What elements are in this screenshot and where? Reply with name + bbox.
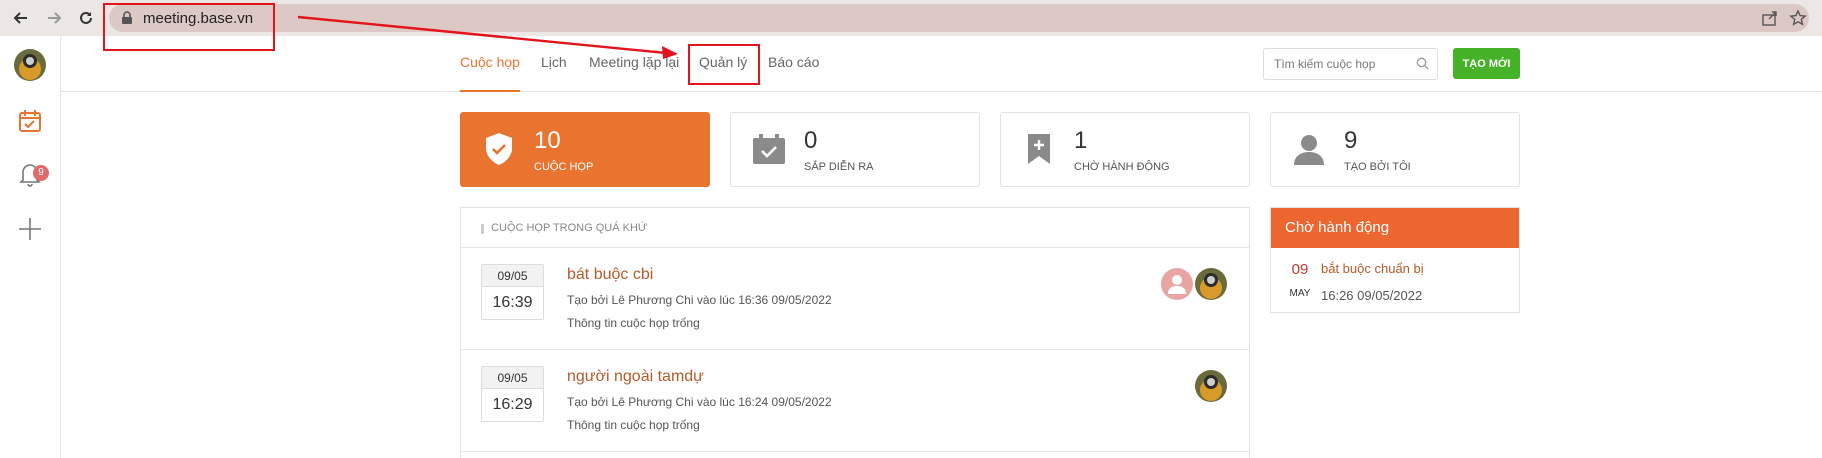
stat-label: CUỘC HỌP (534, 161, 594, 173)
pending-day: 09 (1291, 261, 1309, 278)
section-marker (481, 224, 484, 234)
stat-label: TẠO BỞI TÔI (1344, 161, 1411, 173)
pending-item-time: 16:26 09/05/2022 (1321, 288, 1423, 303)
stat-card-created-by-me[interactable]: 9 TẠO BỞI TÔI (1270, 112, 1520, 187)
panel-header: CUỘC HỌP TRONG QUÁ KHỨ (461, 208, 1249, 248)
forward-arrow-icon[interactable] (42, 6, 66, 30)
meeting-row[interactable]: 09/05 16:29 người ngoài tamdự Tạo bởi Lê… (461, 350, 1249, 452)
pending-item-title[interactable]: bắt buộc chuẩn bị (1321, 261, 1424, 276)
tab-lich[interactable]: Lịch (541, 54, 567, 92)
shield-check-icon (481, 131, 517, 167)
meeting-title[interactable]: người ngoài tamdự (567, 368, 704, 386)
create-new-button[interactable]: TẠO MỚI (1453, 48, 1520, 79)
meeting-date: 09/05 (482, 367, 543, 389)
participant-avatar-placeholder[interactable] (1161, 268, 1193, 300)
pending-panel-title: Chờ hành động (1271, 208, 1519, 248)
left-rail: 9 (0, 36, 61, 458)
meeting-row[interactable]: 09/05 16:39 bát buộc cbi Tạo bởi Lê Phươ… (461, 248, 1249, 350)
search-box (1263, 48, 1438, 80)
stat-count: 1 (1074, 127, 1088, 154)
user-icon (1291, 131, 1327, 167)
share-icon[interactable] (1761, 9, 1779, 32)
meeting-time: 16:39 (492, 294, 533, 311)
stat-label: SẮP DIỄN RA (804, 161, 874, 173)
annotation-box-url (103, 3, 275, 51)
tab-meeting-lap-lai[interactable]: Meeting lặp lại (589, 54, 679, 92)
address-bar[interactable]: meeting.base.vn (109, 4, 1809, 32)
stat-card-pending[interactable]: 1 CHỜ HÀNH ĐỘNG (1000, 112, 1250, 187)
annotation-box-quan-ly (688, 44, 760, 85)
meeting-meta: Tạo bởi Lê Phương Chi vào lúc 16:36 09/0… (567, 293, 832, 307)
back-arrow-icon[interactable] (9, 6, 33, 30)
reload-icon[interactable] (74, 6, 98, 30)
search-input[interactable] (1264, 49, 1414, 79)
participant-avatar[interactable] (1195, 370, 1227, 402)
stat-label: CHỜ HÀNH ĐỘNG (1074, 161, 1170, 173)
meeting-date: 09/05 (482, 265, 543, 287)
meeting-desc: Thông tin cuộc họp trống (567, 316, 700, 330)
date-box: 09/05 16:29 (481, 366, 544, 422)
bookmark-plus-icon (1021, 131, 1057, 167)
stat-card-upcoming[interactable]: 0 SẮP DIỄN RA (730, 112, 980, 187)
participant-avatar[interactable] (1195, 268, 1227, 300)
stat-card-meetings[interactable]: 10 CUỘC HỌP (460, 112, 710, 187)
meeting-meta: Tạo bởi Lê Phương Chi vào lúc 16:24 09/0… (567, 395, 832, 409)
meeting-time: 16:29 (492, 396, 533, 413)
stat-count: 9 (1344, 127, 1358, 154)
panel-title: CUỘC HỌP TRONG QUÁ KHỨ (491, 222, 648, 234)
past-meetings-panel: CUỘC HỌP TRONG QUÁ KHỨ 09/05 16:39 bát b… (460, 207, 1250, 458)
star-icon[interactable] (1789, 9, 1807, 32)
calendar-check-icon (751, 131, 787, 167)
notification-badge: 9 (33, 165, 49, 181)
calendar-check-icon[interactable] (14, 105, 46, 137)
date-box: 09/05 16:39 (481, 264, 544, 320)
pending-action-panel: Chờ hành động 09 MAY bắt buộc chuẩn bị 1… (1270, 207, 1520, 313)
user-avatar[interactable] (14, 49, 46, 81)
pending-month: MAY (1289, 288, 1311, 299)
search-icon[interactable] (1416, 57, 1429, 75)
meeting-title[interactable]: bát buộc cbi (567, 266, 653, 284)
meeting-desc: Thông tin cuộc họp trống (567, 418, 700, 432)
tab-bao-cao[interactable]: Báo cáo (768, 54, 819, 92)
stat-count: 10 (534, 127, 561, 154)
top-nav: Cuộc họp Lịch Meeting lặp lại Quản lý Bá… (61, 36, 1822, 92)
stat-count: 0 (804, 127, 818, 154)
tab-cuoc-hop[interactable]: Cuộc họp (460, 54, 520, 92)
plus-icon[interactable] (14, 213, 46, 245)
